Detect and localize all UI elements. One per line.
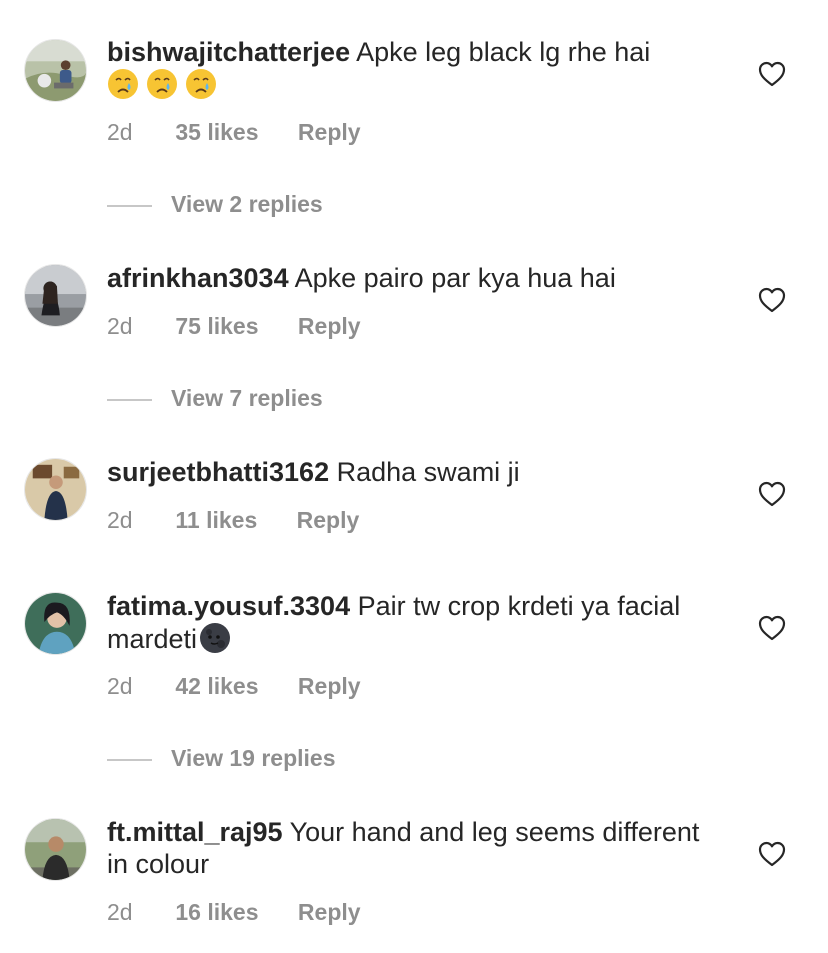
reply-button[interactable]: Reply: [298, 899, 361, 926]
comment-username[interactable]: bishwajitchatterjee: [107, 37, 350, 67]
comment-time: 2d: [107, 313, 133, 339]
comment-likes[interactable]: 75 likes: [175, 313, 258, 340]
comment-username[interactable]: surjeetbhatti3162: [107, 457, 329, 487]
replies-divider: [107, 758, 152, 761]
new-moon-face-emoji: [199, 622, 231, 654]
replies-divider: [107, 204, 152, 207]
comment-meta: 2d 16 likes Reply: [107, 899, 361, 926]
comment-meta: 2d 75 likes Reply: [107, 313, 361, 340]
comment-body: Apke leg black lg rhe hai: [356, 37, 651, 67]
comment-likes[interactable]: 35 likes: [175, 119, 258, 146]
comment-time: 2d: [107, 899, 133, 925]
view-replies-button[interactable]: View 7 replies: [107, 385, 323, 412]
avatar[interactable]: [24, 818, 87, 881]
heart-outline-icon[interactable]: [758, 61, 786, 87]
avatar[interactable]: [24, 592, 87, 655]
comment-time: 2d: [107, 507, 133, 533]
reply-button[interactable]: Reply: [297, 507, 360, 534]
comment-meta: 2d 35 likes Reply: [107, 119, 361, 146]
reply-button[interactable]: Reply: [298, 313, 361, 340]
view-replies-label: View 2 replies: [171, 191, 323, 217]
reply-button[interactable]: Reply: [298, 673, 361, 700]
crying-face-emoji: [146, 68, 178, 100]
comment-username[interactable]: fatima.yousuf.3304: [107, 591, 350, 621]
crying-face-emoji: [107, 68, 139, 100]
comment-likes[interactable]: 11 likes: [175, 507, 257, 534]
view-replies-button[interactable]: View 19 replies: [107, 745, 336, 772]
avatar[interactable]: [24, 264, 87, 327]
heart-outline-icon[interactable]: [758, 287, 786, 313]
comment-text: bishwajitchatterjee Apke leg black lg rh…: [107, 36, 707, 101]
heart-outline-icon[interactable]: [758, 481, 786, 507]
view-replies-label: View 7 replies: [171, 385, 323, 411]
comment-username[interactable]: ft.mittal_raj95: [107, 817, 283, 847]
avatar[interactable]: [24, 458, 87, 521]
comment-time: 2d: [107, 673, 133, 699]
view-replies-button[interactable]: View 2 replies: [107, 191, 323, 218]
comment-username[interactable]: afrinkhan3034: [107, 263, 289, 293]
heart-outline-icon[interactable]: [758, 615, 786, 641]
comment-likes[interactable]: 16 likes: [175, 899, 258, 926]
heart-outline-icon[interactable]: [758, 841, 786, 867]
comment-text: ft.mittal_raj95 Your hand and leg seems …: [107, 816, 707, 880]
comment-meta: 2d 42 likes Reply: [107, 673, 361, 700]
replies-divider: [107, 398, 152, 401]
comment-body: Radha swami ji: [336, 457, 520, 487]
comment-time: 2d: [107, 119, 133, 145]
view-replies-label: View 19 replies: [171, 745, 336, 771]
comment-likes[interactable]: 42 likes: [175, 673, 258, 700]
comment-body: Apke pairo par kya hua hai: [294, 263, 616, 293]
comment-text: afrinkhan3034 Apke pairo par kya hua hai: [107, 262, 707, 294]
avatar[interactable]: [24, 39, 87, 102]
comment-meta: 2d 11 likes Reply: [107, 507, 359, 534]
crying-face-emoji: [185, 68, 217, 100]
reply-button[interactable]: Reply: [298, 119, 361, 146]
comment-text: surjeetbhatti3162 Radha swami ji: [107, 456, 707, 488]
comment-text: fatima.yousuf.3304 Pair tw crop krdeti y…: [107, 590, 707, 655]
